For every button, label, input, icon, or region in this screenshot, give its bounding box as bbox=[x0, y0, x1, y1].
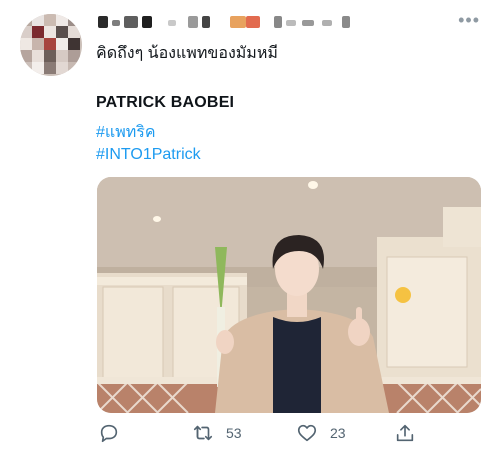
like-count: 23 bbox=[330, 425, 346, 441]
tweet-text: คิดถึงๆ น้องแพทของมัมหมี bbox=[96, 45, 278, 62]
retweet-icon bbox=[193, 425, 213, 441]
more-icon[interactable]: ••• bbox=[458, 10, 480, 31]
reply-icon bbox=[100, 424, 118, 443]
tweet-media-image[interactable] bbox=[97, 177, 481, 413]
author-name-redacted[interactable] bbox=[96, 12, 476, 32]
reply-button[interactable] bbox=[98, 422, 120, 444]
tweet-actions-bar: 53 23 bbox=[96, 422, 486, 448]
share-icon bbox=[396, 424, 414, 442]
retweet-button[interactable]: 53 bbox=[192, 422, 242, 444]
tweet-title: PATRICK BAOBEI bbox=[96, 94, 235, 111]
retweet-count: 53 bbox=[226, 425, 242, 441]
like-button[interactable]: 23 bbox=[296, 422, 346, 444]
share-button[interactable] bbox=[394, 422, 416, 444]
hashtag-link[interactable]: #INTO1Patrick bbox=[96, 146, 201, 164]
hashtag-link[interactable]: #แพทริค bbox=[96, 120, 156, 145]
heart-icon bbox=[297, 424, 317, 442]
avatar[interactable] bbox=[20, 14, 82, 76]
